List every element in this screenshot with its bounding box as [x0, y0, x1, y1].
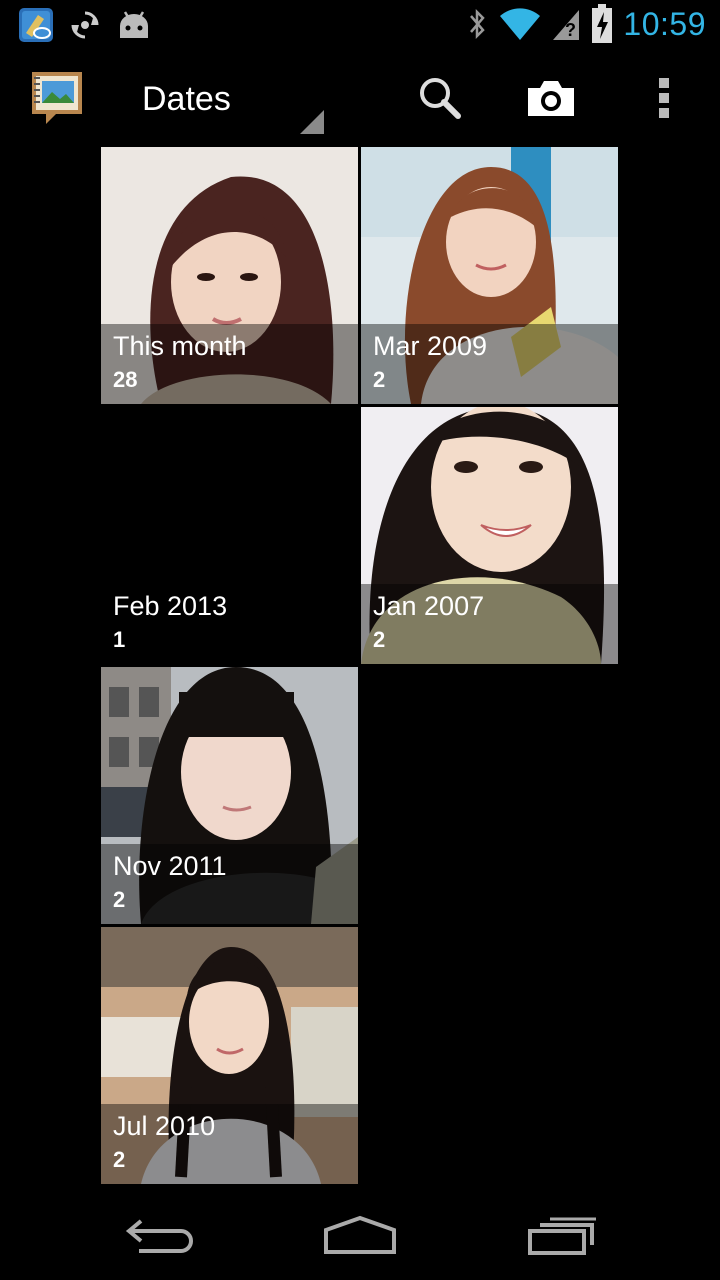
status-bar: ? 10:59: [0, 0, 720, 50]
intel-app-icon: [19, 8, 53, 42]
album-title: Jul 2010: [113, 1111, 216, 1141]
gallery-app-icon[interactable]: [26, 68, 86, 126]
wifi-icon: [500, 8, 541, 40]
album-tile[interactable]: Nov 2011 2: [101, 667, 358, 924]
search-button[interactable]: [400, 62, 480, 134]
album-count: 1: [113, 627, 126, 652]
overflow-menu-icon: [659, 78, 669, 118]
album-count: 2: [373, 367, 386, 392]
back-icon: [125, 1219, 193, 1253]
album-tile[interactable]: Mar 2009 2: [361, 147, 618, 404]
recent-apps-button[interactable]: [502, 1200, 622, 1270]
notification-icons: [18, 7, 152, 43]
signal-icon: ?: [553, 10, 580, 40]
svg-text:?: ?: [565, 20, 576, 40]
album-count: 2: [113, 887, 126, 912]
bluetooth-icon: [470, 8, 486, 40]
album-tile[interactable]: This month 28: [101, 147, 358, 404]
gallery-icon: [32, 72, 82, 124]
spinner-dropdown-icon: [300, 110, 324, 134]
recent-apps-icon: [528, 1217, 596, 1255]
clock: 10:59: [623, 5, 706, 42]
album-title: Jan 2007: [373, 591, 485, 621]
search-icon: [420, 78, 461, 119]
back-button[interactable]: [100, 1200, 220, 1270]
album-tile[interactable]: Feb 2013 1: [101, 407, 358, 664]
battery-charging-icon: [592, 4, 613, 43]
album-count: 28: [113, 367, 138, 392]
navigation-bar: [0, 1186, 720, 1280]
album-title: Mar 2009: [373, 331, 488, 361]
home-button[interactable]: [300, 1200, 420, 1270]
album-count: 2: [113, 1147, 126, 1172]
spinner-label: Dates: [142, 80, 231, 118]
android-icon: [120, 11, 148, 38]
album-tile[interactable]: Jul 2010 2: [101, 927, 358, 1184]
camera-button[interactable]: [511, 62, 591, 134]
album-tile[interactable]: Jan 2007 2: [361, 407, 618, 664]
album-count: 2: [373, 627, 386, 652]
home-icon: [324, 1215, 396, 1254]
album-title: Nov 2011: [113, 851, 227, 881]
camera-icon: [528, 81, 574, 116]
album-title: This month: [113, 331, 247, 361]
view-mode-spinner[interactable]: Dates: [110, 68, 328, 134]
system-icons: ? 10:59: [467, 4, 706, 44]
action-bar: Dates: [0, 50, 720, 146]
overflow-menu-button[interactable]: [624, 62, 704, 134]
album-title: Feb 2013: [113, 591, 228, 621]
sync-icon: [71, 11, 99, 39]
